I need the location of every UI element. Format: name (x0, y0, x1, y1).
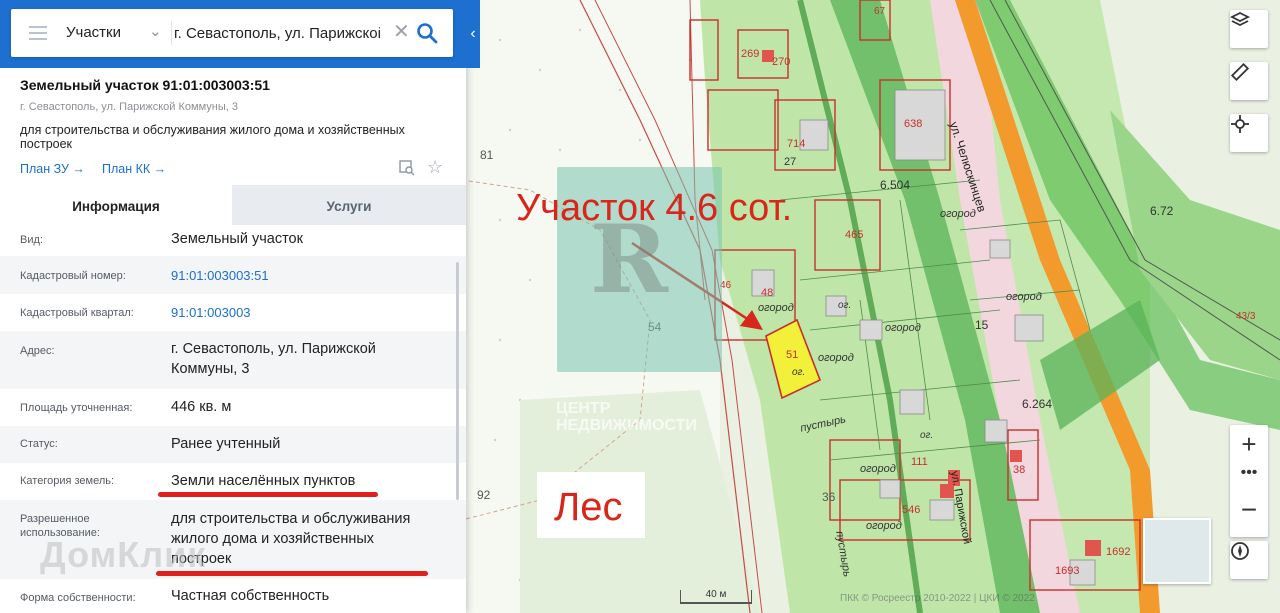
parcel-number: 43/3 (1236, 311, 1256, 322)
elevation-mark: 6.264 (1022, 397, 1053, 411)
parcel-number: 465 (845, 229, 864, 241)
land-label: ог. (792, 367, 806, 378)
row-value: Частная собственность (171, 588, 330, 604)
menu-icon[interactable] (29, 26, 47, 40)
parcel-number: 15 (975, 318, 989, 332)
search-box: Участки ⌄ ✕ (11, 9, 453, 57)
elevation-mark: 36 (822, 490, 836, 504)
info-row: Кадастровый номер: 91:01:003003:51 (0, 256, 466, 294)
brand-watermark-text: ЦЕНТР НЕДВИЖИМОСТИ (556, 400, 697, 434)
land-label: огород (1006, 291, 1042, 303)
layers-icon (1230, 11, 1250, 27)
show-on-map-icon[interactable] (399, 160, 415, 176)
search-input[interactable] (174, 19, 380, 47)
row-label: Форма собственности: (20, 592, 136, 604)
elevation-mark: 81 (480, 148, 494, 162)
more-options-button[interactable]: ••• (1230, 463, 1268, 489)
tab-information[interactable]: Информация (0, 185, 232, 225)
domclick-watermark: ДомКлик (40, 534, 207, 575)
land-label: огород (818, 352, 854, 364)
row-label: Площадь уточненная: (20, 402, 133, 414)
search-icon[interactable] (416, 22, 438, 44)
row-value: 446 кв. м (171, 399, 232, 415)
parcel-number: 270 (772, 56, 791, 68)
parcel-number: 1692 (1106, 546, 1131, 558)
minimap-toggle[interactable] (1143, 518, 1211, 584)
info-row: Статус: Ранее учтенный (0, 426, 466, 463)
parcel-title: Земельный участок 91:01:003003:51 (20, 77, 270, 93)
parcel-number: 546 (902, 504, 921, 516)
elevation-mark: 6.504 (880, 178, 911, 192)
cadastral-number-link[interactable]: 91:01:003003:51 (171, 266, 441, 286)
map-attribution: ПКК © Росреестр 2010-2022 | ЦКИ © 2022 (840, 593, 1035, 604)
row-label: Адрес: (20, 345, 55, 357)
parcel-number: 638 (904, 118, 923, 130)
parcel-number: 48 (761, 287, 774, 299)
forest-annotation: Лес (554, 485, 623, 529)
row-label: Категория земель: (20, 475, 115, 487)
elevation-mark: 6.72 (1150, 204, 1174, 218)
search-type-select[interactable]: Участки (66, 24, 121, 41)
info-row: Площадь уточненная: 446 кв. м (0, 389, 466, 426)
row-value: Земли населённых пунктов (171, 473, 356, 489)
tab-services[interactable]: Услуги (232, 185, 466, 225)
info-row: Адрес: г. Севастополь, ул. Парижской Ком… (0, 331, 466, 389)
row-value: Земельный участок (171, 231, 303, 247)
row-value: Ранее учтенный (171, 436, 281, 452)
parcel-number: 51 (786, 349, 799, 361)
row-value: для строительства и обслуживания жилого … (171, 511, 411, 567)
parcel-number: 27 (784, 156, 797, 168)
info-row: Кадастровый квартал: 91:01:003003 (0, 294, 466, 331)
divider (171, 21, 172, 45)
land-label: ог. (920, 430, 934, 441)
red-underline-annotation (158, 492, 378, 497)
chevron-down-icon[interactable]: ⌄ (149, 22, 162, 40)
crosshair-icon (1231, 115, 1249, 133)
row-label: Кадастровый номер: (20, 270, 126, 282)
clear-icon[interactable]: ✕ (393, 21, 410, 43)
parcel-annotation: Участок 4.6 сот. (516, 187, 793, 229)
panel-scrollbar[interactable] (456, 262, 459, 500)
info-row: Форма собственности: Частная собственнос… (0, 579, 466, 613)
geolocate-button[interactable] (1230, 114, 1268, 152)
row-label: Вид: (20, 234, 43, 246)
plan-kk-link[interactable]: План КК → (102, 162, 166, 176)
cadastral-quarter-link[interactable]: 91:01:003003 (171, 303, 441, 323)
search-header: Участки ⌄ ✕ ‹ (0, 0, 480, 68)
parcel-number: 714 (787, 138, 806, 150)
parcel-number: 111 (911, 456, 928, 468)
land-label: ог. (838, 300, 852, 311)
red-underline-annotation (156, 571, 428, 576)
land-label: огород (885, 322, 921, 334)
compass-icon (1231, 542, 1249, 560)
zoom-controls: + ••• − (1230, 425, 1268, 537)
parcel-number: 67 (874, 6, 886, 17)
row-label: Кадастровый квартал: (20, 307, 134, 319)
measure-button[interactable] (1230, 62, 1268, 100)
panel-tabs: Информация Услуги (0, 185, 466, 225)
info-row: Вид: Земельный участок (0, 225, 466, 256)
parcel-info-panel: Информация Услуги Земельный участок 91:0… (0, 0, 466, 613)
row-label: Статус: (20, 438, 58, 450)
elevation-mark: 92 (477, 488, 491, 502)
parcel-number: 38 (1013, 464, 1026, 476)
layers-button[interactable] (1230, 10, 1268, 48)
ruler-icon (1230, 62, 1250, 82)
parcel-address-short: г. Севастополь, ул. Парижской Коммуны, 3 (20, 101, 238, 113)
map-scale: 40 м (680, 590, 752, 604)
compass-button[interactable] (1230, 541, 1268, 579)
land-label: огород (758, 302, 794, 314)
land-label: огород (866, 520, 902, 532)
parcel-number: 1693 (1055, 565, 1080, 577)
land-label: огород (860, 463, 896, 475)
plan-zu-link[interactable]: План ЗУ → (20, 162, 85, 176)
collapse-panel-button[interactable]: ‹ (466, 14, 480, 54)
row-value: г. Севастополь, ул. Парижской Коммуны, 3 (171, 341, 376, 377)
parcel-number: 269 (741, 48, 760, 60)
land-label: огород (940, 208, 976, 220)
parcel-purpose: для строительства и обслуживания жилого … (20, 123, 405, 151)
zoom-out-button[interactable]: − (1230, 493, 1268, 531)
favorite-star-icon[interactable]: ☆ (427, 157, 443, 178)
zoom-in-button[interactable]: + (1230, 425, 1268, 463)
